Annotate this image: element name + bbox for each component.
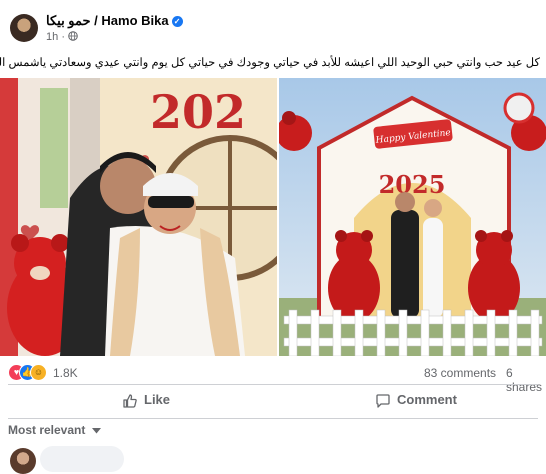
comment-button[interactable]: Comment (375, 392, 457, 414)
divider-bottom (8, 418, 538, 419)
comment-bubble-icon (376, 393, 390, 408)
commenter-avatar[interactable] (10, 448, 36, 474)
shares-count[interactable]: 6 shares (506, 366, 546, 394)
like-label: Like (144, 392, 171, 407)
author-name-arabic[interactable]: حمو بيكا (46, 13, 91, 28)
thumbs-up-icon (123, 393, 137, 408)
post-photo-right[interactable]: Happy Valentine 2025 (279, 78, 546, 356)
post-meta: 1h · (46, 31, 78, 43)
post-photo-left[interactable]: 202 (0, 78, 277, 356)
verified-badge-icon: ✓ (171, 16, 183, 28)
like-button[interactable]: Like (122, 392, 170, 414)
globe-icon (68, 31, 78, 41)
haha-reaction-icon: ☺ (30, 364, 47, 381)
photo-right-year: 2025 (379, 170, 446, 199)
reaction-count[interactable]: 1.8K (53, 366, 78, 380)
photo-left-illustration: 202 (0, 78, 277, 356)
comment-label: Comment (397, 392, 457, 407)
post-caption: كل عيد حب وانتي حبي الوحيد اللي اعيشه لل… (0, 57, 540, 69)
reactions-row: ♥ 👍 ☺ 1.8K 83 comments 6 shares (0, 362, 546, 394)
post-time[interactable]: 1h (46, 31, 58, 43)
comment-sort-dropdown[interactable]: Most relevant (8, 423, 101, 437)
meta-dot: · (61, 31, 69, 43)
photo-right-illustration: Happy Valentine 2025 (279, 78, 546, 356)
author-name-row: حمو بيكا / Hamo Bika ✓ (46, 13, 183, 29)
author-name-english[interactable]: Hamo Bika (101, 13, 168, 28)
comment-sort-label: Most relevant (8, 423, 86, 437)
comment-bubble[interactable] (40, 446, 124, 472)
name-separator: / (90, 13, 102, 28)
photo-left-year: 202 (150, 85, 246, 139)
comments-count[interactable]: 83 comments (424, 366, 496, 380)
divider-top (8, 384, 538, 385)
post-header: حمو بيكا / Hamo Bika ✓ 1h · (0, 0, 546, 50)
chevron-down-icon (91, 428, 101, 434)
author-avatar[interactable] (10, 14, 38, 42)
